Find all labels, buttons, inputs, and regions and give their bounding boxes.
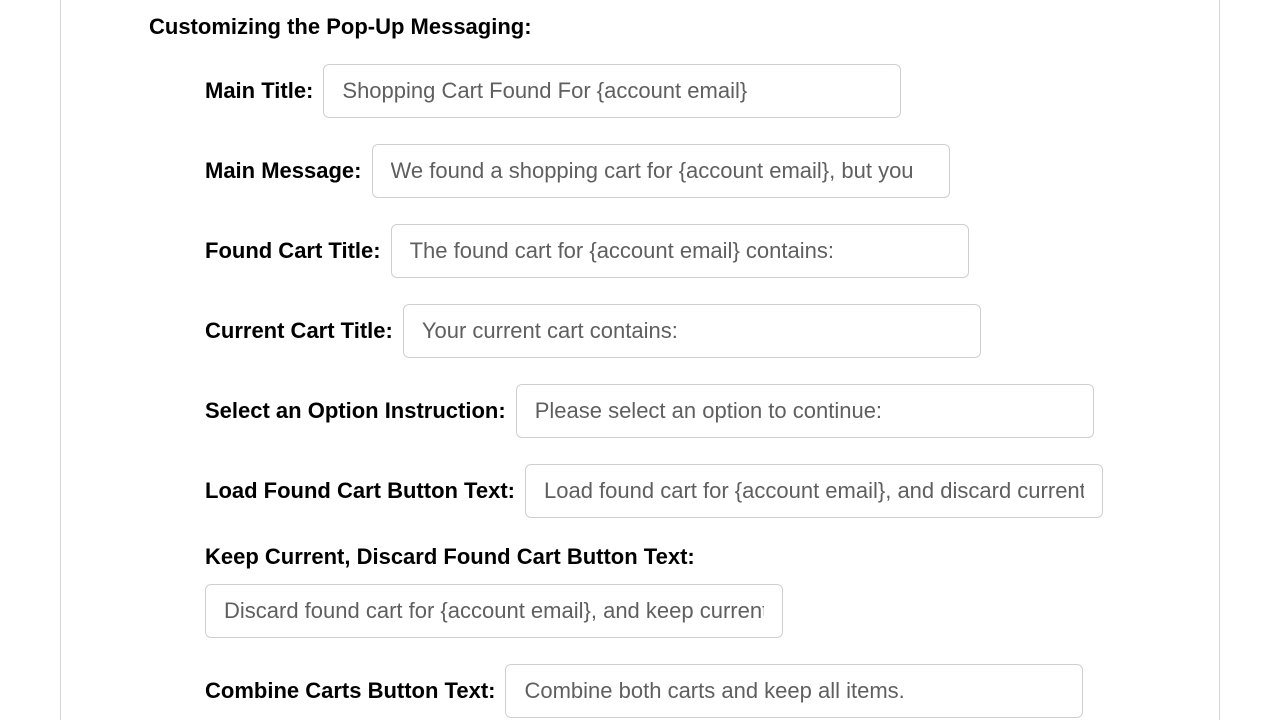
form-rows: Main Title: Main Message: Found Cart Tit…	[149, 64, 1181, 718]
input-keep-current-discard-found-button[interactable]	[205, 584, 783, 638]
row-keep-current-discard-found-button: Keep Current, Discard Found Cart Button …	[205, 544, 1181, 638]
input-select-option-instruction[interactable]	[516, 384, 1094, 438]
input-combine-carts-button[interactable]	[505, 664, 1083, 718]
label-main-title: Main Title:	[205, 78, 313, 104]
input-load-found-cart-button[interactable]	[525, 464, 1103, 518]
row-main-title: Main Title:	[205, 64, 1181, 118]
label-combine-carts-button: Combine Carts Button Text:	[205, 678, 495, 704]
row-load-found-cart-button: Load Found Cart Button Text:	[205, 464, 1181, 518]
row-select-option-instruction: Select an Option Instruction:	[205, 384, 1181, 438]
input-main-title[interactable]	[323, 64, 901, 118]
input-found-cart-title[interactable]	[391, 224, 969, 278]
input-main-message[interactable]	[372, 144, 950, 198]
label-select-option-instruction: Select an Option Instruction:	[205, 398, 506, 424]
row-found-cart-title: Found Cart Title:	[205, 224, 1181, 278]
label-main-message: Main Message:	[205, 158, 362, 184]
row-main-message: Main Message:	[205, 144, 1181, 198]
row-combine-carts-button: Combine Carts Button Text:	[205, 664, 1181, 718]
input-current-cart-title[interactable]	[403, 304, 981, 358]
settings-panel: Customizing the Pop-Up Messaging: Main T…	[60, 0, 1220, 720]
label-current-cart-title: Current Cart Title:	[205, 318, 393, 344]
section-title: Customizing the Pop-Up Messaging:	[149, 14, 1181, 40]
label-found-cart-title: Found Cart Title:	[205, 238, 381, 264]
label-keep-current-discard-found-button: Keep Current, Discard Found Cart Button …	[205, 544, 1181, 570]
label-load-found-cart-button: Load Found Cart Button Text:	[205, 478, 515, 504]
row-current-cart-title: Current Cart Title:	[205, 304, 1181, 358]
